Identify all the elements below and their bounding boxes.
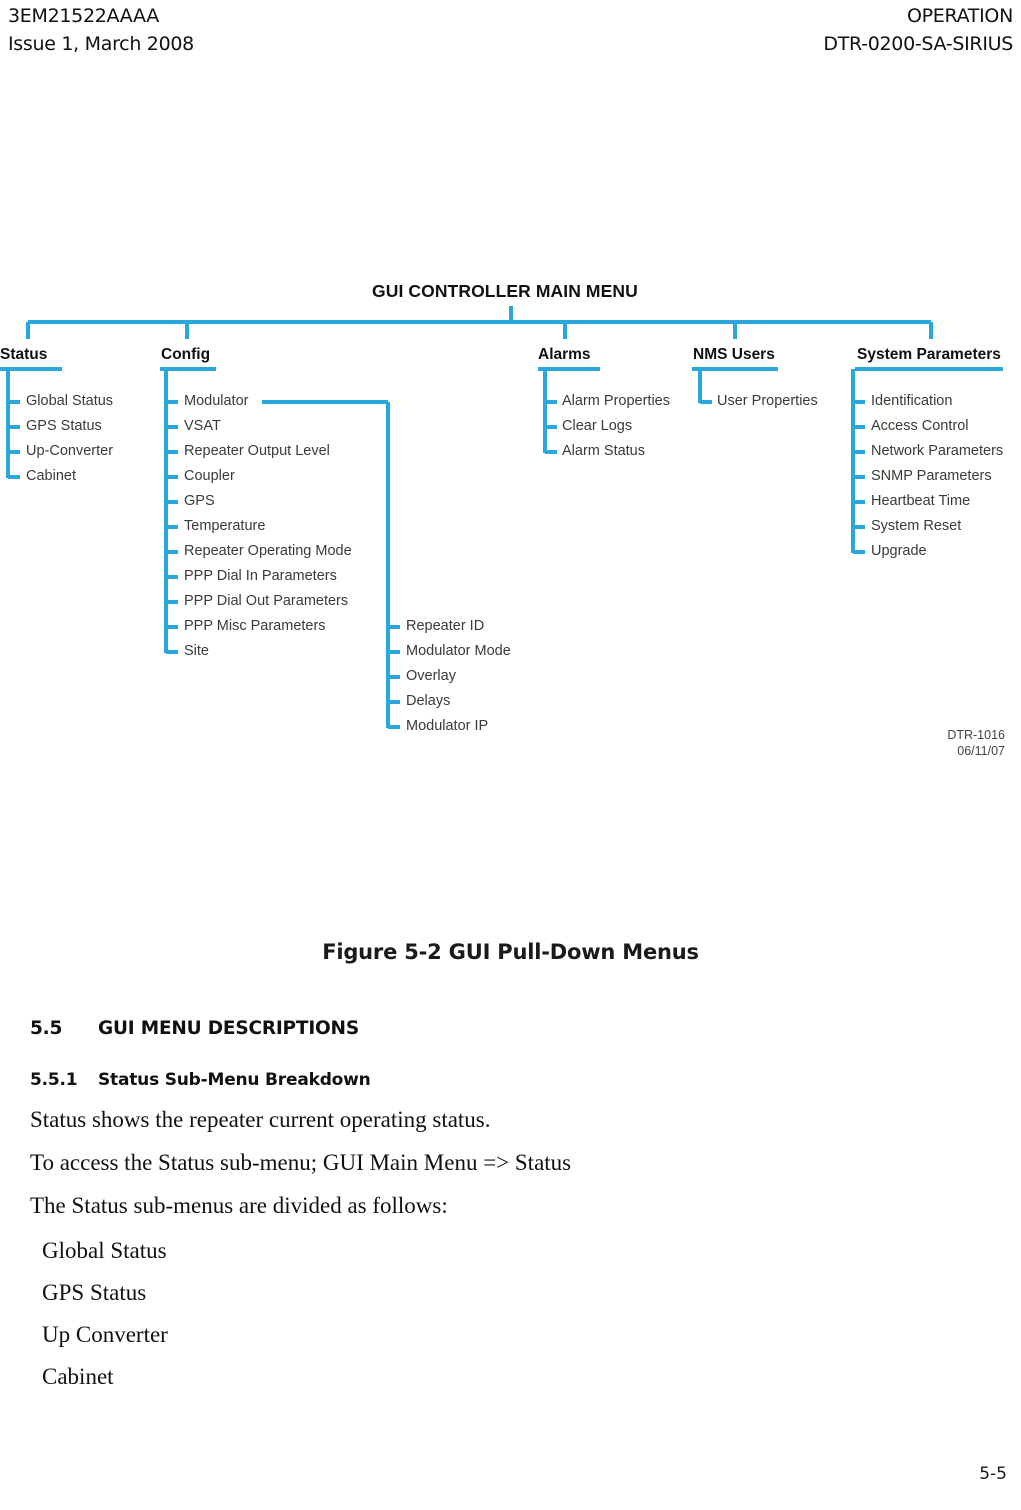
list-item: Global Status [42,1238,167,1263]
menu-category-alarms[interactable]: Alarms [538,346,591,364]
submenu-item-overlay[interactable]: Overlay [406,668,456,684]
menu-item-coupler[interactable]: Coupler [184,468,235,484]
menu-item-ppp-dial-in-parameters[interactable]: PPP Dial In Parameters [184,568,337,584]
menu-item-ppp-misc-parameters[interactable]: PPP Misc Parameters [184,618,326,634]
drawing-number: DTR-1016 [947,728,1005,742]
list-item: GPS Status [42,1280,147,1305]
paragraph-access-path: To access the Status sub-menu; GUI Main … [30,1150,572,1175]
section-title: GUI MENU DESCRIPTIONS [98,1018,359,1039]
menu-item-snmp-parameters[interactable]: SNMP Parameters [871,468,992,484]
section-heading-5-5: 5.5 GUI MENU DESCRIPTIONS [30,1018,359,1039]
menu-item-heartbeat-time[interactable]: Heartbeat Time [871,493,970,509]
list-item: Up Converter [42,1322,168,1347]
drawing-date: 06/11/07 [957,744,1005,758]
submenu-item-modulator-mode[interactable]: Modulator Mode [406,643,511,659]
menu-item-ppp-dial-out-parameters[interactable]: PPP Dial Out Parameters [184,593,348,609]
section-number: 5.5 [30,1018,63,1039]
menu-item-alarm-status[interactable]: Alarm Status [562,443,645,459]
menu-item-repeater-output-level[interactable]: Repeater Output Level [184,443,330,459]
menu-item-repeater-operating-mode[interactable]: Repeater Operating Mode [184,543,352,559]
drawing-reference: DTR-1016 06/11/07 [947,727,1005,759]
menu-item-gps-status[interactable]: GPS Status [26,418,102,434]
page-number: 5-5 [979,1464,1007,1484]
menu-category-status[interactable]: Status [0,346,47,364]
figure-gui-pulldown-menus: GUI CONTROLLER MAIN MENU Status Config A… [0,0,1021,964]
paragraph-submenu-intro: The Status sub-menus are divided as foll… [30,1193,448,1218]
menu-item-alarm-properties[interactable]: Alarm Properties [562,393,670,409]
submenu-item-modulator-ip[interactable]: Modulator IP [406,718,488,734]
menu-item-network-parameters[interactable]: Network Parameters [871,443,1003,459]
submenu-item-delays[interactable]: Delays [406,693,450,709]
menu-item-modulator[interactable]: Modulator [184,393,248,409]
menu-item-clear-logs[interactable]: Clear Logs [562,418,632,434]
menu-item-upgrade[interactable]: Upgrade [871,543,927,559]
menu-item-user-properties[interactable]: User Properties [717,393,818,409]
submenu-item-repeater-id[interactable]: Repeater ID [406,618,484,634]
menu-tree-connector-lines [0,306,1003,729]
menu-category-system-parameters[interactable]: System Parameters [857,346,1001,364]
subsection-number: 5.5.1 [30,1070,78,1090]
menu-item-up-converter[interactable]: Up-Converter [26,443,113,459]
figure-caption: Figure 5-2 GUI Pull-Down Menus [322,940,699,964]
menu-item-gps[interactable]: GPS [184,493,215,509]
menu-item-cabinet[interactable]: Cabinet [26,468,76,484]
menu-item-vsat[interactable]: VSAT [184,418,221,434]
list-item: Cabinet [42,1364,114,1389]
menu-item-global-status[interactable]: Global Status [26,393,113,409]
menu-item-system-reset[interactable]: System Reset [871,518,961,534]
subsection-title: Status Sub-Menu Breakdown [98,1070,371,1090]
menu-category-config[interactable]: Config [161,346,210,364]
menu-item-temperature[interactable]: Temperature [184,518,265,534]
menu-item-identification[interactable]: Identification [871,393,952,409]
paragraph-status-description: Status shows the repeater current operat… [30,1107,491,1132]
menu-item-site[interactable]: Site [184,643,209,659]
diagram-title: GUI CONTROLLER MAIN MENU [372,281,638,301]
subsection-heading-5-5-1: 5.5.1 Status Sub-Menu Breakdown [30,1070,371,1090]
menu-category-nms-users[interactable]: NMS Users [693,346,775,364]
menu-item-access-control[interactable]: Access Control [871,418,969,434]
